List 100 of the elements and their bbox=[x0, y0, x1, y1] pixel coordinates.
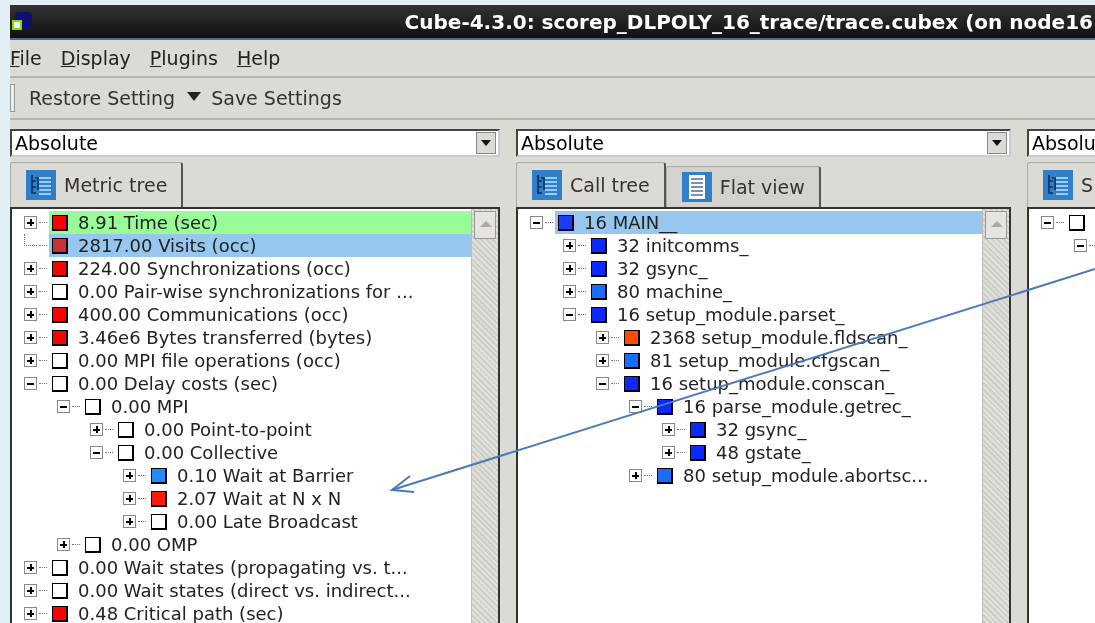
tree-item[interactable]: 224.00 Synchronizations (occ) bbox=[49, 257, 471, 280]
menu-item[interactable]: Display bbox=[60, 47, 131, 69]
tree-item[interactable]: 32 gsync_ bbox=[588, 257, 982, 280]
tree-label: 0.00 Pair-wise synchronizations for ... bbox=[78, 281, 414, 302]
collapse-toggle[interactable] bbox=[57, 400, 70, 413]
tree-item[interactable]: 8.91 Time (sec) bbox=[49, 211, 471, 234]
tree-view-icon bbox=[26, 170, 56, 200]
tree-label: 80 machine_ bbox=[617, 281, 732, 302]
tree-label: 16 MAIN__ bbox=[584, 212, 678, 233]
collapse-toggle[interactable] bbox=[24, 377, 37, 390]
tree-item[interactable]: 0.00 MPI bbox=[82, 395, 471, 418]
tree-item[interactable]: 2817.00 Visits (occ) bbox=[49, 234, 471, 257]
tree-label: 0.00 OMP bbox=[111, 534, 198, 555]
tree-label: 80 setup_module.abortsc... bbox=[683, 465, 929, 486]
tree-label: 0.00 Collective bbox=[144, 442, 279, 463]
tree-label: 32 gsync_ bbox=[617, 258, 708, 279]
menu-item[interactable]: Plugins bbox=[149, 47, 218, 69]
save-settings-button[interactable]: Save Settings bbox=[205, 85, 348, 111]
expand-toggle[interactable] bbox=[662, 423, 675, 436]
expand-toggle[interactable] bbox=[123, 469, 136, 482]
tree-item[interactable]: 0.00 Delay costs (sec) bbox=[49, 372, 471, 395]
expand-toggle[interactable] bbox=[24, 331, 37, 344]
expand-toggle[interactable] bbox=[24, 607, 37, 620]
expand-toggle[interactable] bbox=[24, 308, 37, 321]
expand-toggle[interactable] bbox=[596, 331, 609, 344]
tree-label: 2817.00 Visits (occ) bbox=[78, 235, 257, 256]
mode-dropdown[interactable]: Absolute bbox=[10, 129, 500, 157]
expand-toggle[interactable] bbox=[24, 285, 37, 298]
tree-view-icon bbox=[1043, 170, 1073, 200]
expand-toggle[interactable] bbox=[24, 584, 37, 597]
expand-toggle[interactable] bbox=[596, 354, 609, 367]
scrollbar[interactable] bbox=[471, 209, 498, 623]
tree-label: 224.00 Synchronizations (occ) bbox=[78, 258, 351, 279]
tree-item[interactable]: 0.00 OMP bbox=[82, 533, 471, 556]
collapse-toggle[interactable] bbox=[1074, 239, 1087, 252]
app-icon bbox=[12, 11, 32, 32]
tree-item[interactable]: 32 initcomms_ bbox=[588, 234, 982, 257]
tab[interactable]: Call tree bbox=[516, 162, 666, 207]
menu-item[interactable]: Help bbox=[236, 47, 281, 69]
mode-dropdown[interactable]: Absolute bbox=[516, 129, 1011, 157]
tree-label: 400.00 Communications (occ) bbox=[78, 304, 349, 325]
tree-view-icon bbox=[532, 170, 562, 200]
tree-label: 32 gsync_ bbox=[716, 419, 807, 440]
tab[interactable]: S bbox=[1027, 162, 1095, 207]
tree-item[interactable]: 0.00 Late Broadcast bbox=[148, 510, 471, 533]
expand-toggle[interactable] bbox=[57, 538, 70, 551]
expand-toggle[interactable] bbox=[90, 423, 103, 436]
collapse-toggle[interactable] bbox=[1041, 216, 1054, 229]
toolbar-handle[interactable] bbox=[10, 84, 15, 112]
expand-toggle[interactable] bbox=[563, 239, 576, 252]
tree-label: 3.46e6 Bytes transferred (bytes) bbox=[78, 327, 373, 348]
expand-toggle[interactable] bbox=[563, 285, 576, 298]
tab[interactable]: Flat view bbox=[665, 166, 821, 207]
collapse-toggle[interactable] bbox=[90, 446, 103, 459]
tree-item[interactable]: 32 gsync_ bbox=[687, 418, 982, 441]
tree-label: 48 gstate_ bbox=[716, 442, 811, 463]
tree-item[interactable]: 2.07 Wait at N x N bbox=[148, 487, 471, 510]
tree-item[interactable]: 0.00 Pair-wise synchronizations for ... bbox=[49, 280, 471, 303]
expand-toggle[interactable] bbox=[24, 262, 37, 275]
tree-label: 0.00 MPI file operations (occ) bbox=[78, 350, 341, 371]
expand-toggle[interactable] bbox=[24, 354, 37, 367]
tree-item[interactable]: 3.46e6 Bytes transferred (bytes) bbox=[49, 326, 471, 349]
caret-icon[interactable] bbox=[187, 91, 202, 101]
collapse-toggle[interactable] bbox=[530, 216, 543, 229]
menu-item[interactable]: File bbox=[10, 47, 42, 69]
tree-item[interactable]: 48 gstate_ bbox=[687, 441, 982, 464]
expand-toggle[interactable] bbox=[662, 446, 675, 459]
tree-label: 0.00 Wait states (direct vs. indirect... bbox=[78, 580, 411, 601]
collapse-toggle[interactable] bbox=[629, 400, 642, 413]
window-title: Cube-4.3.0: scorep_DLPOLY_16_trace/trace.cubex (on node16 bbox=[404, 9, 1094, 34]
tree-item[interactable]: 80 setup_module.abortsc... bbox=[654, 464, 982, 487]
tab[interactable]: Metric tree bbox=[10, 162, 184, 207]
restore-settings-button[interactable]: Restore Setting bbox=[23, 85, 182, 111]
tree-item[interactable]: 0.00 Point-to-point bbox=[115, 418, 471, 441]
list-view-icon bbox=[681, 172, 712, 202]
expand-toggle[interactable] bbox=[123, 515, 136, 528]
tree-item[interactable]: 0.00 Collective bbox=[115, 441, 471, 464]
tree-item[interactable]: 16 setup_module.parset_ bbox=[588, 303, 982, 326]
collapse-toggle[interactable] bbox=[563, 308, 576, 321]
tree-item[interactable]: 0.00 Wait states (direct vs. indirect... bbox=[49, 579, 471, 602]
tree-item[interactable]: 16 MAIN__ bbox=[555, 211, 982, 234]
tree-label: 0.00 Wait states (propagating vs. t... bbox=[78, 557, 408, 578]
scrollbar[interactable] bbox=[982, 209, 1009, 623]
tree-item[interactable]: 80 machine_ bbox=[588, 280, 982, 303]
collapse-toggle[interactable] bbox=[596, 377, 609, 390]
tree-label: 0.48 Critical path (sec) bbox=[78, 603, 284, 623]
mode-dropdown[interactable]: Absolu bbox=[1027, 129, 1095, 157]
tree-item[interactable]: 0.48 Critical path (sec) bbox=[49, 602, 471, 623]
tree-item[interactable]: 0.00 Wait states (propagating vs. t... bbox=[49, 556, 471, 579]
expand-toggle[interactable] bbox=[563, 262, 576, 275]
tree-item[interactable]: 0.00 MPI file operations (occ) bbox=[49, 349, 471, 372]
tree-item[interactable]: 0.10 Wait at Barrier bbox=[148, 464, 471, 487]
expand-toggle[interactable] bbox=[123, 492, 136, 505]
tree-label: 8.91 Time (sec) bbox=[78, 212, 218, 233]
tree-item[interactable]: 400.00 Communications (occ) bbox=[49, 303, 471, 326]
tree-item[interactable]: 16 parse_module.getrec_ bbox=[654, 395, 982, 418]
tree-label: 2.07 Wait at N x N bbox=[177, 488, 342, 509]
expand-toggle[interactable] bbox=[24, 561, 37, 574]
expand-toggle[interactable] bbox=[629, 469, 642, 482]
expand-toggle[interactable] bbox=[24, 216, 37, 229]
